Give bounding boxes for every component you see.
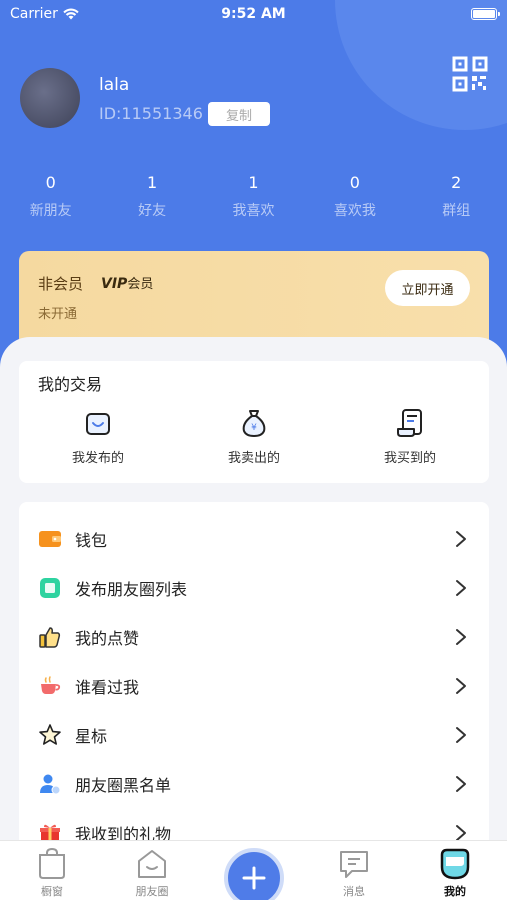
clock: 9:52 AM — [221, 6, 286, 22]
chevron-right-icon — [456, 775, 466, 792]
stat-label: 好友 — [138, 203, 167, 219]
battery-icon — [471, 8, 500, 20]
stat-value: 1 — [146, 173, 158, 192]
stat-value: 0 — [349, 173, 360, 192]
trade-item-bought[interactable]: 我买到的 — [350, 407, 470, 466]
user-id: ID:11551346 — [99, 104, 203, 123]
menu-item-moments-list[interactable]: 发布朋友圈列表 — [19, 563, 489, 612]
stat-new-friends[interactable]: 0 新朋友 — [0, 172, 101, 220]
username: lala — [99, 75, 130, 95]
copy-id-button[interactable]: 复制 — [208, 102, 270, 126]
stat-likes-me[interactable]: 0 喜欢我 — [304, 172, 405, 220]
shopping-bag-icon — [39, 847, 65, 879]
stat-value: 1 — [248, 173, 259, 192]
trade-item-published[interactable]: 我发布的 — [38, 407, 158, 466]
tab-label: 我的 — [444, 885, 466, 898]
stat-label: 新朋友 — [29, 203, 72, 219]
svg-text:¥: ¥ — [251, 423, 257, 433]
avatar[interactable] — [20, 68, 80, 128]
chevron-right-icon — [456, 824, 466, 841]
tab-moments[interactable]: 朋友圈 — [122, 847, 182, 899]
tab-label: 橱窗 — [41, 885, 63, 898]
menu-label: 朋友圈黑名单 — [75, 775, 172, 795]
chevron-right-icon — [456, 677, 466, 694]
trade-label: 我发布的 — [71, 451, 124, 466]
menu-item-starred[interactable]: 星标 — [19, 710, 489, 759]
tab-messages[interactable]: 消息 — [324, 847, 384, 899]
message-icon — [340, 851, 368, 878]
tab-me[interactable]: 我的 — [425, 847, 485, 899]
stat-label: 群组 — [442, 203, 471, 219]
tab-showcase[interactable]: 橱窗 — [22, 847, 82, 899]
menu-item-moments-blacklist[interactable]: 朋友圈黑名单 — [19, 759, 489, 808]
vip-logo: VIP会员 — [101, 273, 153, 292]
trade-label: 我卖出的 — [227, 451, 280, 466]
menu-item-wallet[interactable]: 钱包 — [19, 514, 489, 563]
tab-label: 朋友圈 — [135, 885, 169, 898]
menu-list: 钱包 发布朋友圈列表 我的点赞 谁看过我 星标 朋友圈黑名单 我收到的礼物 — [19, 502, 489, 862]
money-bag-icon: ¥ — [242, 410, 266, 437]
chevron-right-icon — [456, 726, 466, 743]
tab-label: 消息 — [343, 885, 365, 898]
vip-logo-mark: VIP — [101, 276, 128, 292]
stat-groups[interactable]: 2 群组 — [406, 172, 507, 220]
menu-item-my-likes[interactable]: 我的点赞 — [19, 612, 489, 661]
house-icon — [138, 850, 166, 878]
chevron-right-icon — [456, 628, 466, 645]
stat-i-like[interactable]: 1 我喜欢 — [203, 172, 304, 220]
trade-label: 我买到的 — [383, 451, 436, 466]
menu-label: 谁看过我 — [75, 677, 140, 697]
user-block-icon — [40, 774, 61, 794]
bag-icon — [86, 413, 110, 435]
plus-icon — [242, 866, 266, 890]
vip-title: 非会员 — [38, 275, 84, 293]
add-post-button[interactable] — [224, 848, 284, 900]
wallet-icon — [39, 530, 61, 547]
status-bar: Carrier 9:52 AM — [0, 0, 507, 28]
moments-list-icon — [40, 577, 60, 598]
coffee-cup-icon — [41, 675, 61, 694]
stats-row: 0 新朋友 1 好友 1 我喜欢 0 喜欢我 2 群组 — [0, 172, 507, 220]
trade-title: 我的交易 — [38, 375, 103, 394]
stat-label: 喜欢我 — [333, 203, 376, 219]
profile-icon — [440, 848, 470, 880]
menu-label: 发布朋友圈列表 — [75, 579, 188, 599]
qr-code-icon[interactable] — [452, 56, 488, 92]
menu-label: 钱包 — [75, 530, 108, 550]
stat-value: 2 — [451, 173, 462, 192]
chevron-right-icon — [456, 579, 466, 596]
receipt-icon — [397, 409, 422, 437]
menu-label: 我的点赞 — [75, 628, 140, 648]
thumbs-up-icon — [39, 626, 61, 648]
stat-friends[interactable]: 1 好友 — [101, 172, 202, 220]
chevron-right-icon — [456, 530, 466, 547]
menu-label: 星标 — [75, 726, 108, 746]
trade-item-sold[interactable]: ¥ 我卖出的 — [194, 407, 314, 466]
star-icon — [39, 723, 61, 745]
menu-item-who-viewed-me[interactable]: 谁看过我 — [19, 661, 489, 710]
trade-card: 我的交易 我发布的 ¥ 我卖出的 我买到的 — [19, 361, 489, 483]
stat-value: 0 — [45, 173, 56, 192]
stat-label: 我喜欢 — [232, 203, 275, 219]
vip-status: 未开通 — [38, 307, 78, 322]
vip-logo-text: 会员 — [127, 277, 154, 292]
activate-vip-button[interactable]: 立即开通 — [385, 270, 470, 306]
